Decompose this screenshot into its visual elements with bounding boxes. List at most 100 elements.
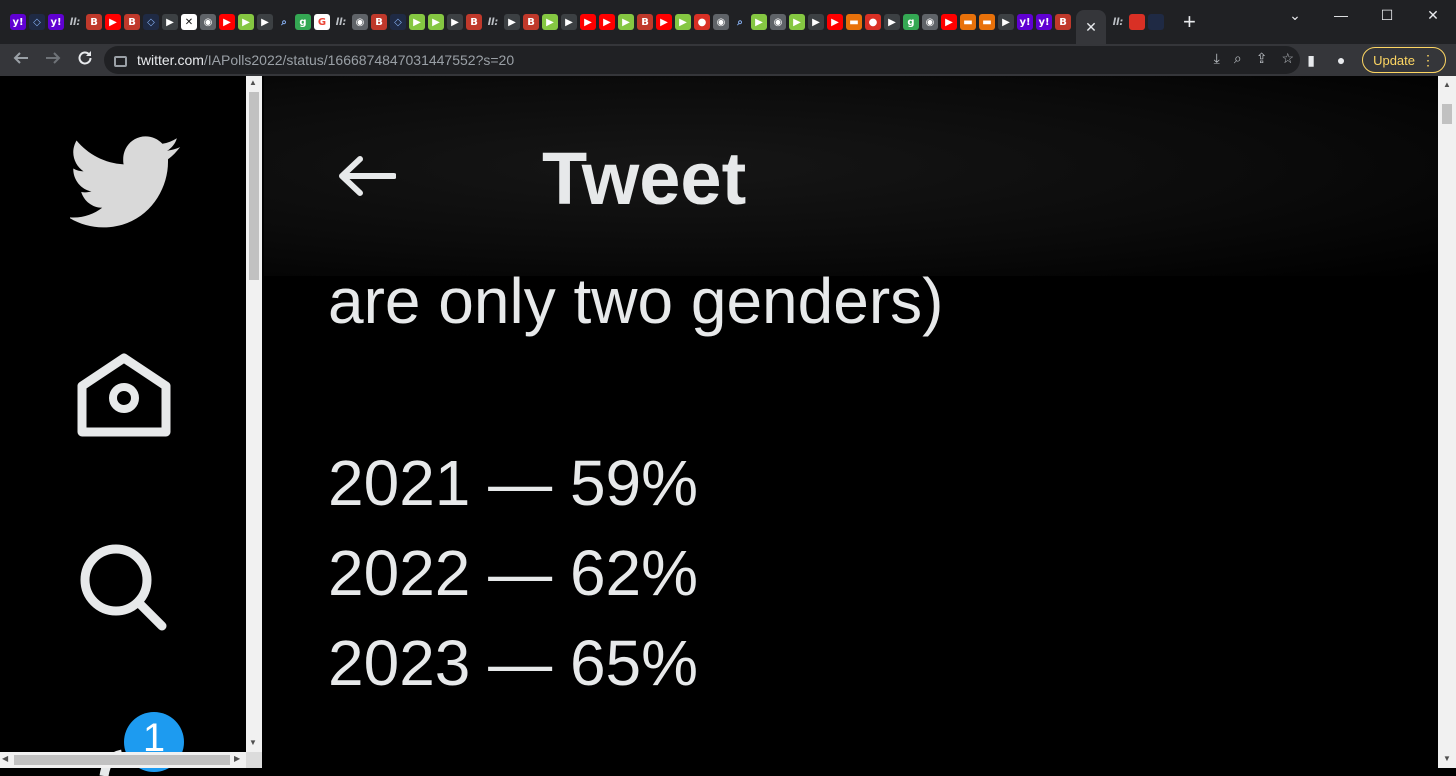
yahoo-favicon-icon[interactable]: y!: [1017, 14, 1033, 30]
install-app-icon[interactable]: ⤓: [1214, 50, 1220, 67]
side-panel-icon[interactable]: ▮: [1302, 52, 1320, 69]
search-icon[interactable]: [78, 542, 168, 632]
rumble-favicon-icon[interactable]: ▶: [542, 14, 558, 30]
close-window-button[interactable]: ✕: [1410, 0, 1456, 30]
shield-favicon-icon[interactable]: ◇: [390, 14, 406, 30]
yt-favicon-icon[interactable]: ▶: [656, 14, 672, 30]
yahoo-favicon-icon[interactable]: y!: [1036, 14, 1052, 30]
yt-favicon-icon[interactable]: ▶: [219, 14, 235, 30]
back-button[interactable]: [12, 49, 30, 72]
active-tab[interactable]: ✕: [1076, 10, 1106, 44]
globe-favicon-icon[interactable]: ◉: [713, 14, 729, 30]
scroll-down-arrow-icon[interactable]: ▼: [1443, 754, 1451, 763]
yt-favicon-icon[interactable]: ▶: [599, 14, 615, 30]
scrollbar-thumb[interactable]: [1442, 104, 1452, 124]
ll-favicon-icon[interactable]: ll:: [67, 14, 83, 30]
globe-favicon-icon[interactable]: ◉: [922, 14, 938, 30]
dark-favicon-icon[interactable]: ▶: [808, 14, 824, 30]
globe-favicon-icon[interactable]: ◉: [352, 14, 368, 30]
scroll-up-arrow-icon[interactable]: ▲: [249, 78, 257, 87]
bookmark-star-icon[interactable]: ☆: [1281, 50, 1294, 67]
dark-favicon-icon[interactable]: ▶: [884, 14, 900, 30]
yt-favicon-icon[interactable]: ▶: [827, 14, 843, 30]
page-vertical-scrollbar[interactable]: ▲ ▼: [1438, 76, 1456, 768]
tab-favicon[interactable]: [1129, 14, 1145, 30]
bi-favicon-icon[interactable]: B: [371, 14, 387, 30]
home-icon[interactable]: [76, 350, 172, 438]
yt-favicon-icon[interactable]: ▶: [941, 14, 957, 30]
dark-favicon-icon[interactable]: ▶: [257, 14, 273, 30]
page-viewport: 1 ▲ ▼ ◀ ▶ Tweet are only two genders) 20…: [0, 76, 1456, 776]
scroll-left-arrow-icon[interactable]: ◀: [2, 754, 8, 763]
rumble-favicon-icon[interactable]: ▶: [751, 14, 767, 30]
rumble-favicon-icon[interactable]: ▶: [675, 14, 691, 30]
bi-favicon-icon[interactable]: B: [1055, 14, 1071, 30]
url-text[interactable]: twitter.com/IAPolls2022/status/166687484…: [137, 52, 514, 68]
bi-favicon-icon[interactable]: B: [637, 14, 653, 30]
tab-favicon[interactable]: ll:: [1110, 14, 1126, 30]
dark-favicon-icon[interactable]: ▶: [998, 14, 1014, 30]
rumble-favicon-icon[interactable]: ▶: [238, 14, 254, 30]
yt-favicon-icon[interactable]: ▶: [105, 14, 121, 30]
srch-favicon-icon[interactable]: ⌕: [276, 14, 292, 30]
scroll-up-arrow-icon[interactable]: ▲: [1443, 80, 1451, 89]
lock-icon: [114, 56, 127, 67]
scrollbar-thumb[interactable]: [249, 92, 259, 280]
bi-favicon-icon[interactable]: B: [86, 14, 102, 30]
address-bar[interactable]: twitter.com/IAPolls2022/status/166687484…: [104, 46, 1300, 74]
green-favicon-icon[interactable]: g: [295, 14, 311, 30]
shield-favicon-icon[interactable]: ◇: [29, 14, 45, 30]
shield-favicon-icon[interactable]: ◇: [143, 14, 159, 30]
sidebar-horizontal-scrollbar[interactable]: ◀ ▶: [0, 752, 246, 768]
flag-favicon-icon[interactable]: ▬: [979, 14, 995, 30]
tab-favicons: y! ◇ y! ll: B ▶ B ◇ ▶ ✕ ◉ ▶ ▶ ▶ ⌕ g Gll: ◉ B ◇ ▶ ▶ ▶ Bll: ▶ B ▶ ▶ ▶ ▶…: [0, 0, 1074, 44]
scroll-right-arrow-icon[interactable]: ▶: [234, 754, 240, 763]
green-favicon-icon[interactable]: g: [903, 14, 919, 30]
twitter-logo-icon[interactable]: [70, 136, 182, 230]
flag-favicon-icon[interactable]: ▬: [846, 14, 862, 30]
rumble-favicon-icon[interactable]: ▶: [789, 14, 805, 30]
back-arrow-icon[interactable]: [336, 156, 396, 196]
bi-favicon-icon[interactable]: B: [523, 14, 539, 30]
sheet-favicon-icon[interactable]: ✕: [181, 14, 197, 30]
zoom-icon[interactable]: ⌕: [1234, 50, 1242, 67]
g-favicon-icon[interactable]: G: [314, 14, 330, 30]
dark-favicon-icon[interactable]: ▶: [447, 14, 463, 30]
ll-favicon-icon[interactable]: ll:: [333, 14, 349, 30]
minimize-button[interactable]: —: [1318, 0, 1364, 30]
update-button[interactable]: Update ⋮: [1362, 47, 1446, 73]
bi-favicon-icon[interactable]: B: [466, 14, 482, 30]
globe-favicon-icon[interactable]: ◉: [770, 14, 786, 30]
browser-tabstrip: y! ◇ y! ll: B ▶ B ◇ ▶ ✕ ◉ ▶ ▶ ▶ ⌕ g Gll: ◉ B ◇ ▶ ▶ ▶ Bll: ▶ B ▶ ▶ ▶ ▶…: [0, 0, 1456, 44]
srch-favicon-icon[interactable]: ⌕: [732, 14, 748, 30]
tab-favicon[interactable]: [1148, 14, 1164, 30]
tab-search-dropdown-icon[interactable]: ⌄: [1272, 0, 1318, 30]
maximize-button[interactable]: ☐: [1364, 0, 1410, 30]
scroll-down-arrow-icon[interactable]: ▼: [249, 738, 257, 747]
rumble-favicon-icon[interactable]: ▶: [409, 14, 425, 30]
rumble-favicon-icon[interactable]: ▶: [428, 14, 444, 30]
mic-favicon-icon[interactable]: ●: [694, 14, 710, 30]
mic-favicon-icon[interactable]: ●: [865, 14, 881, 30]
profile-icon[interactable]: ●: [1332, 52, 1350, 68]
dark-favicon-icon[interactable]: ▶: [504, 14, 520, 30]
yahoo-favicon-icon[interactable]: y!: [48, 14, 64, 30]
scrollbar-thumb[interactable]: [14, 755, 230, 765]
scrollbar-corner: [246, 752, 262, 768]
share-icon[interactable]: ⇪: [1256, 50, 1268, 67]
tweet-text-line: 2022 — 62%: [328, 537, 699, 609]
globe-favicon-icon[interactable]: ◉: [200, 14, 216, 30]
flag-favicon-icon[interactable]: ▬: [960, 14, 976, 30]
dark-favicon-icon[interactable]: ▶: [162, 14, 178, 30]
dark-favicon-icon[interactable]: ▶: [561, 14, 577, 30]
bi-favicon-icon[interactable]: B: [124, 14, 140, 30]
forward-button[interactable]: [44, 49, 62, 72]
yahoo-favicon-icon[interactable]: y!: [10, 14, 26, 30]
yt-favicon-icon[interactable]: ▶: [580, 14, 596, 30]
reload-button[interactable]: [76, 49, 94, 72]
tab-close-icon[interactable]: ✕: [1085, 19, 1097, 36]
ll-favicon-icon[interactable]: ll:: [485, 14, 501, 30]
sidebar-vertical-scrollbar[interactable]: ▲ ▼: [246, 76, 262, 752]
rumble-favicon-icon[interactable]: ▶: [618, 14, 634, 30]
new-tab-button[interactable]: +: [1183, 11, 1196, 33]
